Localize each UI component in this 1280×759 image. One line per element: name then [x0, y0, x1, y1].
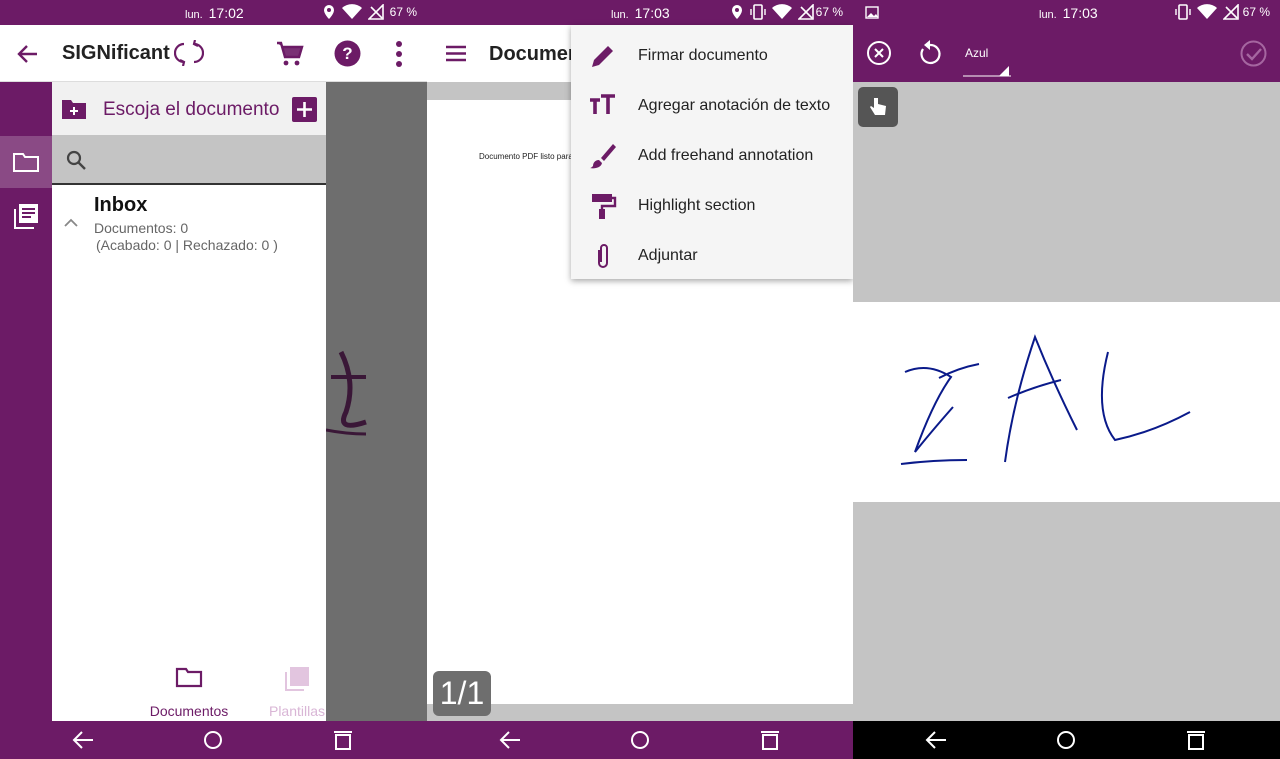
drawer-title: Escoja el documento	[103, 99, 280, 120]
signature-stroke	[900, 334, 1191, 465]
cancel-icon[interactable]	[866, 40, 892, 66]
drawer-header[interactable]: Escoja el documento	[52, 82, 326, 135]
hand-pointer-icon	[870, 98, 886, 115]
nav-home-icon[interactable]	[201, 729, 225, 751]
panel-document-view: lun. 17:03 67 % Documen Documento PDF li…	[427, 0, 853, 759]
dropdown-underline	[963, 66, 1011, 77]
menu-item-highlight[interactable]: Highlight section	[571, 180, 853, 230]
drawer-scrim[interactable]	[326, 82, 427, 721]
status-bar: lun. 17:02 67 %	[0, 0, 427, 25]
app-bar: SIGNificant ?	[0, 25, 427, 82]
status-icons	[730, 4, 814, 20]
menu-item-label: Adjuntar	[638, 247, 698, 264]
tab-plantillas[interactable]: Plantillas	[262, 666, 332, 719]
menu-item-text-annotation[interactable]: Agregar anotación de texto	[571, 80, 853, 130]
back-arrow-icon[interactable]	[17, 44, 39, 64]
pencil-icon	[592, 46, 613, 67]
panel-signature-pad: lun. 17:03 67 % Azul	[853, 0, 1280, 759]
chevron-up-icon[interactable]	[64, 218, 78, 228]
no-signal-icon	[1223, 4, 1239, 20]
app-title: SIGNificant	[62, 42, 170, 64]
nav-back-icon[interactable]	[924, 729, 948, 751]
document-title: Documen	[489, 43, 581, 65]
menu-item-label: Firmar documento	[638, 47, 768, 64]
logo-fragment	[326, 350, 367, 436]
nav-home-icon[interactable]	[1054, 729, 1078, 751]
undo-icon[interactable]	[917, 39, 943, 67]
nav-recents-icon[interactable]	[758, 729, 782, 751]
actions-menu: Firmar documento Agregar anotación de te…	[571, 25, 853, 279]
status-bar: lun. 17:03 67 %	[853, 0, 1280, 25]
menu-item-attach[interactable]: Adjuntar	[571, 230, 853, 280]
cart-icon[interactable]	[276, 41, 304, 67]
search-icon	[66, 150, 86, 170]
menu-item-freehand[interactable]: Add freehand annotation	[571, 130, 853, 180]
library-icon	[14, 204, 38, 229]
system-nav-bar	[0, 721, 427, 759]
folder-status-detail: (Acabado: 0 | Rechazado: 0 )	[96, 237, 278, 253]
signature-toolbar: Azul	[853, 25, 1280, 82]
battery-level: 67 %	[1242, 5, 1270, 19]
battery-level: 67 %	[815, 5, 843, 19]
status-icons	[1175, 4, 1239, 20]
status-time: lun. 17:02	[185, 5, 244, 21]
paperclip-icon	[598, 244, 608, 268]
paint-roller-icon	[592, 194, 617, 219]
no-signal-icon	[368, 4, 384, 20]
location-icon	[324, 5, 334, 19]
page-indicator: 1/1	[433, 671, 491, 716]
wifi-icon	[1197, 4, 1217, 19]
status-bar: lun. 17:03 67 %	[427, 0, 853, 25]
vibrate-icon	[750, 4, 766, 20]
color-select-value: Azul	[965, 46, 989, 60]
status-icons	[322, 4, 384, 20]
rail-item-documents[interactable]	[0, 136, 52, 188]
document-text: Documento PDF listo para	[479, 152, 573, 161]
battery-level: 67 %	[389, 5, 417, 19]
tab-label: Plantillas	[268, 703, 326, 719]
signature-canvas[interactable]	[853, 302, 1280, 502]
svg-text:?: ?	[342, 44, 352, 63]
more-vert-icon[interactable]	[394, 40, 404, 68]
help-icon[interactable]: ?	[334, 40, 361, 67]
text-size-icon	[590, 94, 615, 114]
nav-recents-icon[interactable]	[331, 729, 355, 751]
menu-icon[interactable]	[445, 45, 467, 62]
no-signal-icon	[798, 4, 814, 20]
nav-recents-icon[interactable]	[1184, 729, 1208, 751]
system-nav-bar	[427, 721, 853, 759]
wifi-icon	[342, 4, 362, 19]
nav-back-icon[interactable]	[498, 729, 522, 751]
folder-doc-count: Documentos: 0	[94, 220, 189, 236]
panel-document-list: lun. 17:02 67 % SIGNificant ? Escoja el …	[0, 0, 427, 759]
nav-back-icon[interactable]	[71, 729, 95, 751]
search-bar[interactable]	[52, 135, 326, 185]
menu-item-label: Add freehand annotation	[638, 147, 814, 164]
rail-item-templates[interactable]	[0, 190, 52, 242]
tab-documentos[interactable]: Documentos	[140, 666, 238, 719]
menu-item-label: Agregar anotación de texto	[638, 97, 831, 114]
image-notification-icon	[865, 6, 879, 19]
location-icon	[732, 5, 742, 19]
document-drawer: Escoja el documento Inbox Documentos: 0 …	[52, 82, 326, 721]
menu-item-sign[interactable]: Firmar documento	[571, 30, 853, 80]
wifi-icon	[772, 4, 792, 19]
tab-label: Documentos	[149, 703, 229, 719]
folder-icon	[13, 153, 39, 172]
sync-icon[interactable]	[174, 40, 204, 66]
folder-title: Inbox	[94, 194, 148, 216]
confirm-icon[interactable]	[1240, 40, 1267, 67]
vibrate-icon	[1175, 4, 1191, 20]
folder-tab-icon	[175, 667, 203, 688]
touch-mode-button[interactable]	[858, 87, 898, 127]
status-time: lun. 17:03	[611, 5, 670, 21]
menu-item-label: Highlight section	[638, 197, 756, 214]
add-icon[interactable]	[292, 97, 317, 122]
add-folder-icon	[62, 100, 86, 119]
status-time: lun. 17:03	[1039, 5, 1098, 21]
brush-icon	[590, 144, 616, 169]
library-tab-icon	[285, 667, 309, 691]
nav-home-icon[interactable]	[628, 729, 652, 751]
system-nav-bar	[853, 721, 1280, 759]
